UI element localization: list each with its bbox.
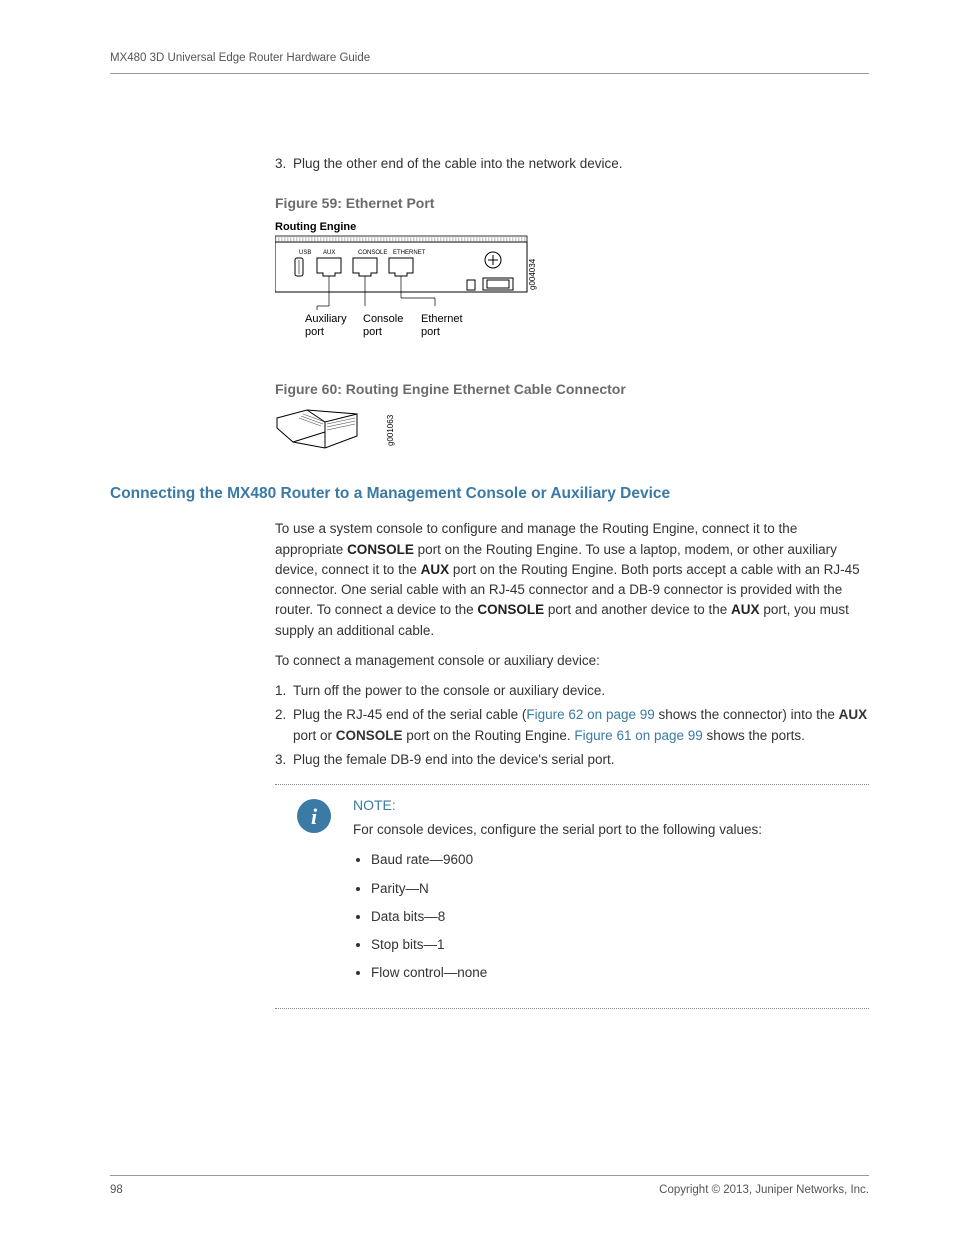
step-2: 2. Plug the RJ-45 end of the serial cabl… <box>275 705 869 746</box>
console-callout: Console <box>363 313 403 325</box>
aux-strong-2: AUX <box>731 602 760 617</box>
aux-strong-1: AUX <box>421 562 450 577</box>
s2d: port on the Routing Engine. <box>403 728 575 743</box>
note-box: i NOTE: For console devices, configure t… <box>275 784 869 1009</box>
figure-61-link[interactable]: Figure 61 on page 99 <box>574 728 702 743</box>
info-icon: i <box>297 799 331 833</box>
figure59-id: g004034 <box>528 258 537 290</box>
step-text: Turn off the power to the console or aux… <box>293 681 869 701</box>
list-item: Baud rate—9600 <box>371 850 869 870</box>
note-list: Baud rate—9600 Parity—N Data bits—8 Stop… <box>353 850 869 983</box>
intro-paragraph: To use a system console to configure and… <box>275 519 869 641</box>
figure60-id: g001063 <box>386 414 395 446</box>
step-number: 2. <box>275 705 293 746</box>
list-item: Parity—N <box>371 879 869 899</box>
step-text: Plug the female DB-9 end into the device… <box>293 750 869 770</box>
note-lead: For console devices, configure the seria… <box>353 820 869 840</box>
step-number: 1. <box>275 681 293 701</box>
console-strong-3: CONSOLE <box>336 728 403 743</box>
aux-tiny-label: AUX <box>323 250 335 256</box>
aux-callout: Auxiliary <box>305 313 347 325</box>
console-strong-1: CONSOLE <box>347 542 414 557</box>
aux-strong-3: AUX <box>839 707 868 722</box>
routing-engine-label: Routing Engine <box>275 221 356 233</box>
s2b: shows the connector) into the <box>655 707 839 722</box>
console-tiny-label: CONSOLE <box>358 250 387 256</box>
list-item: Stop bits—1 <box>371 935 869 955</box>
note-title: NOTE: <box>353 795 869 816</box>
step-3: 3. Plug the female DB-9 end into the dev… <box>275 750 869 770</box>
figure-59: Routing Engine USB AUX CONSOLE ETHERNET <box>275 220 869 361</box>
figure-59-caption: Figure 59: Ethernet Port <box>275 193 869 214</box>
list-item: Flow control—none <box>371 963 869 983</box>
step-3-top: 3. Plug the other end of the cable into … <box>275 154 869 174</box>
section-heading: Connecting the MX480 Router to a Managem… <box>110 482 869 505</box>
step-number: 3. <box>275 750 293 770</box>
figure-60-caption: Figure 60: Routing Engine Ethernet Cable… <box>275 379 869 400</box>
aux-callout-2: port <box>305 326 324 338</box>
console-callout-2: port <box>363 326 382 338</box>
ethernet-tiny-label: ETHERNET <box>393 250 426 256</box>
step-1: 1. Turn off the power to the console or … <box>275 681 869 701</box>
s2a: Plug the RJ-45 end of the serial cable ( <box>293 707 526 722</box>
s2e: shows the ports. <box>703 728 805 743</box>
lead-paragraph: To connect a management console or auxil… <box>275 651 869 671</box>
step-number: 3. <box>275 154 293 174</box>
s2c: port or <box>293 728 336 743</box>
usb-tiny-label: USB <box>299 250 311 256</box>
running-header: MX480 3D Universal Edge Router Hardware … <box>110 50 869 74</box>
figure-62-link[interactable]: Figure 62 on page 99 <box>526 707 654 722</box>
list-item: Data bits—8 <box>371 907 869 927</box>
step-text: Plug the RJ-45 end of the serial cable (… <box>293 705 869 746</box>
step-text: Plug the other end of the cable into the… <box>293 154 869 174</box>
page-number: 98 <box>110 1182 123 1199</box>
page-footer: 98 Copyright © 2013, Juniper Networks, I… <box>110 1175 869 1199</box>
figure-60: g001063 <box>275 406 869 462</box>
copyright: Copyright © 2013, Juniper Networks, Inc. <box>659 1182 869 1199</box>
console-strong-2: CONSOLE <box>477 602 544 617</box>
p1d: port and another device to the <box>544 602 731 617</box>
eth-callout-2: port <box>421 326 440 338</box>
eth-callout: Ethernet <box>421 313 463 325</box>
